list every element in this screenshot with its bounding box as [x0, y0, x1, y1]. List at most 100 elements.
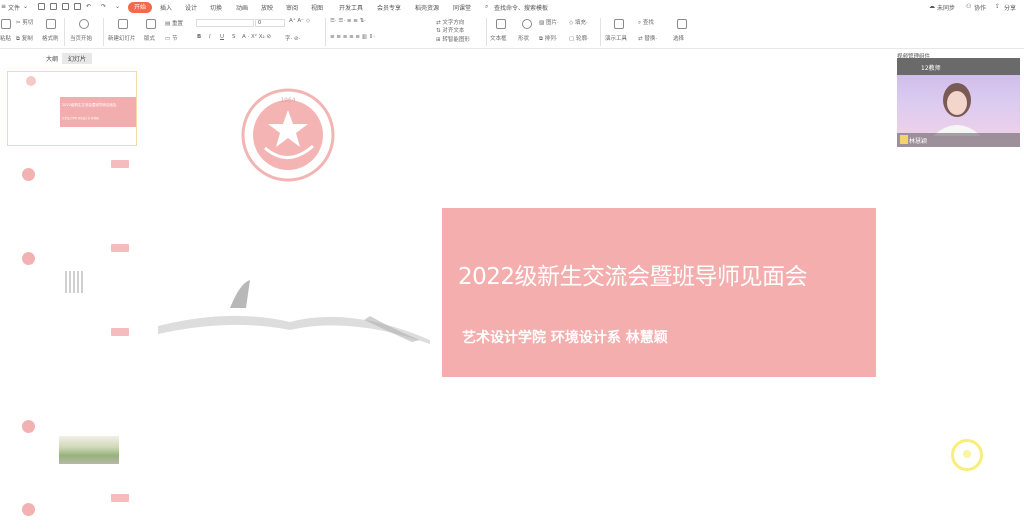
video-panel[interactable]: 12教师 林慧颖 [897, 58, 1020, 147]
text-direction-button[interactable]: ⇄ 文字方向 [436, 18, 464, 26]
school-logo: 1964 [241, 88, 335, 182]
strikethrough-button[interactable]: S [232, 34, 236, 40]
textbox-button[interactable]: 文本框 [490, 34, 507, 42]
presentation-tools-icon[interactable] [614, 19, 624, 29]
slide-thumbnail-1[interactable]: 2022级新生交流会暨班导师见面会 艺术设计学院 环境设计系 林慧颖 [7, 71, 137, 146]
search-input[interactable]: 查找命令、搜索模板 [494, 3, 548, 12]
select-button[interactable]: 选择 [673, 34, 684, 42]
play-from-current-button[interactable]: 当页开始 [70, 34, 92, 42]
thumb-subtitle: 艺术设计学院 环境设计系 林慧颖 [62, 117, 99, 120]
format-painter-icon[interactable] [46, 19, 56, 29]
print-icon[interactable] [62, 3, 69, 10]
picture-button[interactable]: ▨ 图片· [539, 18, 559, 26]
tab-animation[interactable]: 动画 [236, 3, 248, 12]
collab-button[interactable]: 协作 [974, 3, 986, 12]
tab-view[interactable]: 视图 [311, 3, 323, 12]
section-label: 节 [171, 36, 178, 42]
participant-top-name: 12教师 [921, 65, 941, 72]
reset-label: 重置 [171, 21, 183, 27]
tab-docer[interactable]: 稻壳资源 [415, 3, 439, 12]
tab-outline[interactable]: 大纲 [46, 54, 58, 63]
font-size-combo[interactable]: 0 [255, 19, 285, 27]
bold-button[interactable]: B [197, 34, 201, 40]
tab-member[interactable]: 会员专享 [377, 3, 401, 12]
file-menu[interactable]: 文件 [8, 3, 20, 12]
align-text-button[interactable]: ⇅ 对齐文本 [436, 26, 464, 34]
tab-review[interactable]: 审阅 [286, 3, 298, 12]
find-button[interactable]: ⌕ 查找 [638, 18, 654, 27]
new-slide-button[interactable]: 新建幻灯片 [108, 34, 136, 42]
tab-slideshow[interactable]: 放映 [261, 3, 273, 12]
tab-design[interactable]: 设计 [185, 3, 197, 12]
shape-icon[interactable] [522, 19, 532, 29]
undo-icon[interactable]: ↶ [86, 3, 91, 10]
search-icon[interactable]: ⌕ [485, 3, 488, 11]
preview-icon[interactable] [74, 3, 81, 10]
ribbon-separator [486, 18, 487, 46]
play-icon[interactable] [79, 19, 89, 29]
sync-status[interactable]: 未同步 [937, 3, 955, 12]
slide-thumbnail-3-tag [111, 244, 129, 252]
copy-button[interactable]: ⧉ 复制 [16, 34, 33, 43]
export-icon[interactable] [50, 3, 57, 10]
convert-smartart-button[interactable]: ⊞ 转智能图形 [436, 35, 470, 43]
chevron-down-icon[interactable]: ⌄ [23, 3, 28, 10]
thumb-title-box [60, 97, 136, 127]
shape-button[interactable]: 形状 [518, 34, 529, 42]
font-grow-button[interactable]: A⁺ A⁻ ◇ [289, 18, 310, 24]
participant-name: 林慧颖 [909, 138, 928, 145]
more-icon[interactable]: ⌄ [115, 3, 120, 10]
paste-button[interactable]: 粘贴 [0, 34, 11, 42]
arrange-button[interactable]: ⧉ 排列· [539, 34, 557, 43]
slide-title[interactable]: 2022级新生交流会暨班导师见面会 [458, 257, 808, 291]
font-color-button[interactable]: A · X² X₂ ⊘ [242, 34, 271, 40]
ribbon-divider [0, 48, 1024, 49]
find-label: 查找 [642, 20, 654, 26]
layout-icon[interactable] [146, 19, 156, 29]
slide-subtitle[interactable]: 艺术设计学院 环境设计系 林慧颖 [462, 327, 668, 347]
slide-thumbnail-4-tag[interactable] [111, 328, 129, 336]
replace-button[interactable]: ⇄ 替换· [638, 34, 657, 42]
slide-thumbnail-6[interactable] [22, 503, 35, 516]
pointer-dot [963, 450, 971, 458]
tab-slides[interactable]: 幻灯片 [62, 53, 93, 64]
outline-button[interactable]: ▢ 轮廓· [569, 34, 589, 42]
paste-icon[interactable] [1, 19, 11, 29]
mic-icon[interactable] [900, 135, 908, 144]
presentation-tools-button[interactable]: 演示工具 [605, 34, 627, 42]
tab-developer[interactable]: 开发工具 [339, 3, 363, 12]
share-button[interactable]: 分享 [1004, 3, 1016, 12]
char-spacing-button[interactable]: 字· ⊘· [285, 34, 300, 42]
bullet-list-button[interactable]: ☰· ☰· ≡ ≡ ⇅· [330, 18, 366, 24]
redo-icon[interactable]: ↷ [101, 3, 106, 10]
fill-label: 填充 [574, 20, 586, 26]
new-slide-icon[interactable] [118, 19, 128, 29]
italic-button[interactable]: I [209, 34, 211, 40]
slide-thumbnail-3[interactable] [22, 252, 35, 265]
reset-button[interactable]: ▤ 重置 [165, 19, 183, 27]
textbox-icon[interactable] [496, 19, 506, 29]
underline-button[interactable]: U [220, 34, 224, 40]
tab-transition[interactable]: 切换 [210, 3, 222, 12]
paragraph-align-buttons[interactable]: ≡ ≡ ≡ ≡ ≡ ▥ ⇕· [330, 34, 375, 40]
format-painter-button[interactable]: 格式刷 [42, 34, 59, 42]
slide-thumbnail-2[interactable] [22, 168, 35, 181]
select-icon[interactable] [677, 19, 687, 29]
cut-button[interactable]: ✂ 剪切 [16, 18, 33, 26]
cloud-icon: ☁ [929, 3, 935, 10]
slide-title-box[interactable]: 2022级新生交流会暨班导师见面会 艺术设计学院 环境设计系 林慧颖 [442, 208, 876, 377]
layout-button[interactable]: 版式 [144, 34, 155, 42]
fill-button[interactable]: ◇ 填充· [569, 18, 588, 26]
tab-classroom[interactable]: 同课堂 [453, 3, 471, 12]
tab-insert[interactable]: 插入 [160, 3, 172, 12]
menu-icon[interactable]: ≡ [1, 3, 6, 10]
left-pane-tabs: 大纲 幻灯片 [0, 52, 150, 64]
logo-thumb [26, 76, 36, 86]
participant-avatar [933, 83, 981, 136]
section-button[interactable]: ▭ 节 [165, 34, 177, 42]
font-name-combo[interactable] [196, 19, 254, 27]
slide-thumbnail-5[interactable] [22, 420, 35, 433]
convert-smartart-label: 转智能图形 [442, 37, 470, 43]
tab-start[interactable]: 开始 [128, 2, 152, 13]
save-icon[interactable] [38, 3, 45, 10]
